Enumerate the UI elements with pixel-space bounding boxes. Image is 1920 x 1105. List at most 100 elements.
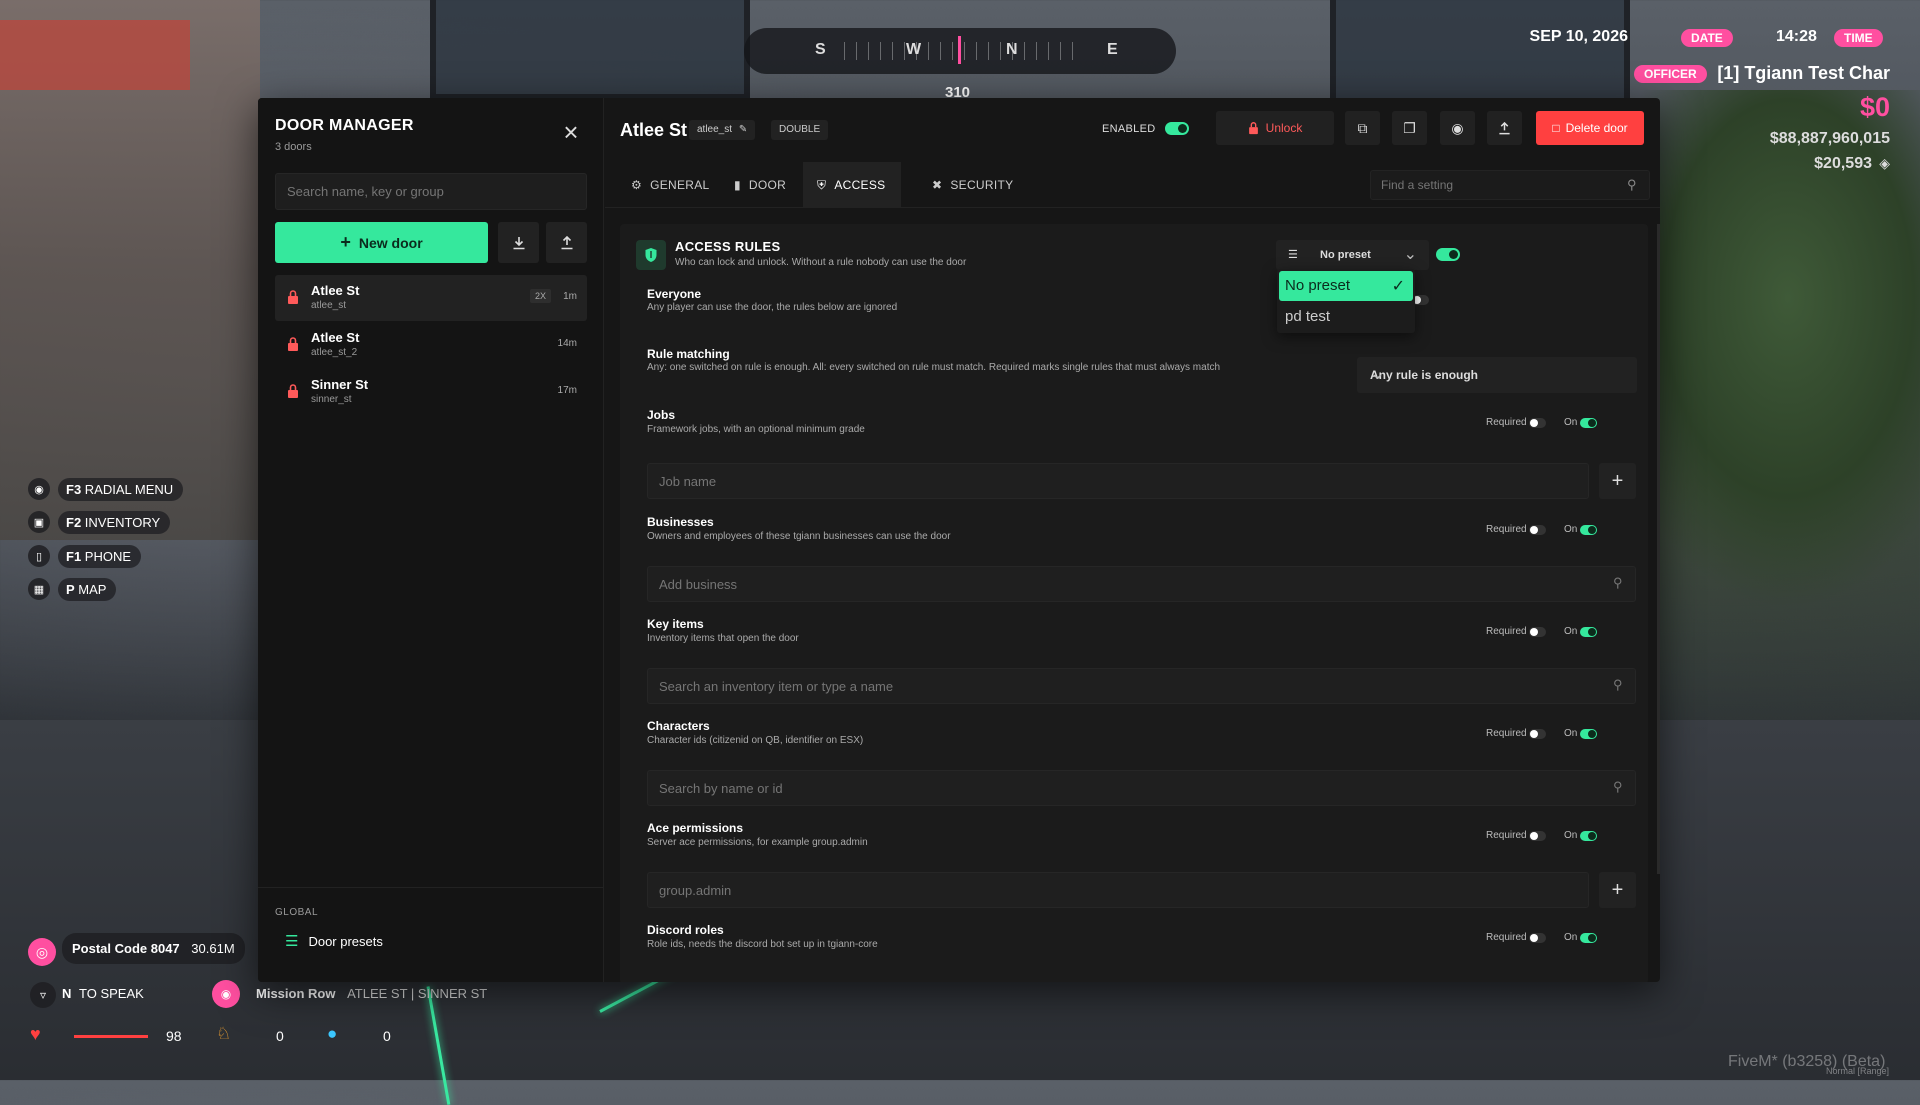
- new-door-button[interactable]: + New door: [275, 222, 488, 263]
- copy-icon: ⧉: [1357, 119, 1368, 136]
- everyone-title: Everyone: [647, 287, 702, 301]
- required-label: Required: [1486, 626, 1527, 637]
- find-setting-input[interactable]: [1370, 170, 1650, 200]
- tab-security[interactable]: ✖ SECURITY: [918, 162, 1027, 208]
- hint-label: RADIAL MENU: [84, 481, 174, 497]
- discord-on-toggle[interactable]: [1580, 933, 1597, 943]
- delete-door-button[interactable]: □ Delete door: [1536, 111, 1644, 145]
- map-icon: ▦: [28, 578, 50, 600]
- global-section-label: GLOBAL: [275, 907, 319, 918]
- preset-option-pd-test[interactable]: pd test: [1279, 302, 1413, 332]
- export-button[interactable]: [546, 222, 587, 263]
- job-name-input[interactable]: [647, 463, 1589, 499]
- preset-option-no-preset[interactable]: No preset ✓: [1279, 271, 1413, 301]
- preset-select[interactable]: ☰ No preset ⌄: [1276, 240, 1429, 270]
- new-door-label: New door: [358, 234, 423, 251]
- ace-required-toggle[interactable]: [1529, 831, 1546, 841]
- access-rules-toggle[interactable]: [1436, 248, 1460, 261]
- lock-icon: [1248, 122, 1258, 135]
- import-button[interactable]: [498, 222, 539, 263]
- scrollbar[interactable]: [1657, 224, 1660, 874]
- ace-on-toggle[interactable]: [1580, 831, 1597, 841]
- tab-door[interactable]: ▮ DOOR: [720, 162, 800, 208]
- background-window: [430, 0, 750, 100]
- tab-label: ACCESS: [834, 178, 886, 192]
- time-tag: TIME: [1834, 29, 1883, 47]
- door-list-item[interactable]: Atlee St atlee_st 2X 1m: [275, 275, 587, 321]
- location-pin-icon: ◉: [212, 980, 240, 1008]
- rule-matching-select[interactable]: Any rule is enough ⌄: [1357, 357, 1637, 393]
- add-job-button[interactable]: +: [1599, 463, 1636, 499]
- unlock-button[interactable]: Unlock: [1216, 111, 1334, 145]
- postal-code: Postal Code 8047: [72, 941, 180, 956]
- food-icon: ♘: [216, 1024, 232, 1043]
- close-icon[interactable]: ×: [560, 119, 582, 145]
- required-label: Required: [1486, 417, 1527, 428]
- businesses-required-toggle[interactable]: [1529, 525, 1546, 535]
- jobs-required-toggle[interactable]: [1529, 418, 1546, 428]
- compass-needle: [958, 36, 961, 64]
- discord-roles-description: Role ids, needs the discord bot set up i…: [647, 939, 878, 950]
- search-icon: ⚲: [1627, 177, 1637, 192]
- street-names: ATLEE ST | SINNER ST: [347, 986, 488, 1001]
- compass-north: N: [1006, 41, 1018, 58]
- characters-required-toggle[interactable]: [1529, 729, 1546, 739]
- duplicate-button[interactable]: ❐: [1392, 111, 1427, 145]
- key-items-on-toggle[interactable]: [1580, 627, 1597, 637]
- access-rules-subtitle: Who can lock and unlock. Without a rule …: [675, 257, 967, 268]
- export-door-button[interactable]: [1487, 111, 1522, 145]
- sidebar: DOOR MANAGER 3 doors × + New door Atlee …: [258, 98, 604, 982]
- date-tag: DATE: [1681, 29, 1733, 47]
- door-time: 14m: [557, 338, 577, 349]
- key-item-search-input[interactable]: [647, 668, 1636, 704]
- unlock-label: Unlock: [1265, 121, 1303, 135]
- door-presets-link[interactable]: ☰ Door presets: [285, 932, 383, 950]
- on-label: On: [1564, 932, 1578, 943]
- door-count: 3 doors: [275, 141, 312, 153]
- ace-permission-input[interactable]: [647, 872, 1589, 908]
- discord-roles-title: Discord roles: [647, 923, 724, 937]
- jobs-on-toggle[interactable]: [1580, 418, 1597, 428]
- add-ace-button[interactable]: +: [1599, 872, 1636, 908]
- door-key: atlee_st_2: [311, 347, 358, 358]
- upload-icon: [1499, 121, 1510, 134]
- key-items-title: Key items: [647, 617, 704, 631]
- phone-icon: ▯: [28, 545, 50, 567]
- tab-label: DOOR: [748, 178, 787, 192]
- copy-button[interactable]: ⧉: [1345, 111, 1380, 145]
- characters-on-toggle[interactable]: [1580, 729, 1597, 739]
- tab-access[interactable]: ⛨ ACCESS: [803, 162, 901, 208]
- lock-icon: [288, 384, 298, 398]
- rule-matching-description: Any: one switched on rule is enough. All…: [647, 362, 1221, 373]
- location-name: Mission Row: [256, 986, 336, 1001]
- hint-key: P: [66, 581, 75, 597]
- teleport-button[interactable]: ◉: [1440, 111, 1475, 145]
- key-items-required-toggle[interactable]: [1529, 627, 1546, 637]
- hint-key: F2: [66, 514, 82, 530]
- businesses-on-toggle[interactable]: [1580, 525, 1597, 535]
- tab-general[interactable]: ⚙ GENERAL: [617, 162, 724, 208]
- discord-required-toggle[interactable]: [1529, 933, 1546, 943]
- door-search-input[interactable]: [275, 173, 587, 210]
- lock-icon: [288, 337, 298, 351]
- plus-icon: +: [1611, 469, 1624, 492]
- plus-icon: +: [1611, 878, 1624, 901]
- layers-icon: ☰: [285, 933, 299, 950]
- character-search-input[interactable]: [647, 770, 1636, 806]
- door-key-tag[interactable]: atlee_st ✎: [689, 120, 756, 140]
- door-list-item[interactable]: Atlee St atlee_st_2 14m: [275, 322, 587, 368]
- enabled-toggle[interactable]: [1165, 122, 1189, 135]
- door-list-item[interactable]: Sinner St sinner_st 17m: [275, 369, 587, 415]
- chevron-down-icon: ⌄: [1403, 246, 1417, 263]
- compass-south: S: [815, 41, 826, 58]
- gear-icon: ⚙: [631, 178, 643, 192]
- characters-title: Characters: [647, 719, 710, 733]
- voice-label: TO SPEAK: [79, 986, 144, 1001]
- radial-icon: ◉: [28, 478, 50, 500]
- postal-icon: ◎: [28, 938, 56, 966]
- door-manager-window: DOOR MANAGER 3 doors × + New door Atlee …: [258, 98, 1660, 982]
- hint-label: MAP: [78, 581, 107, 597]
- ace-permissions-title: Ace permissions: [647, 821, 744, 835]
- add-business-input[interactable]: [647, 566, 1636, 602]
- background-window: [1330, 0, 1630, 110]
